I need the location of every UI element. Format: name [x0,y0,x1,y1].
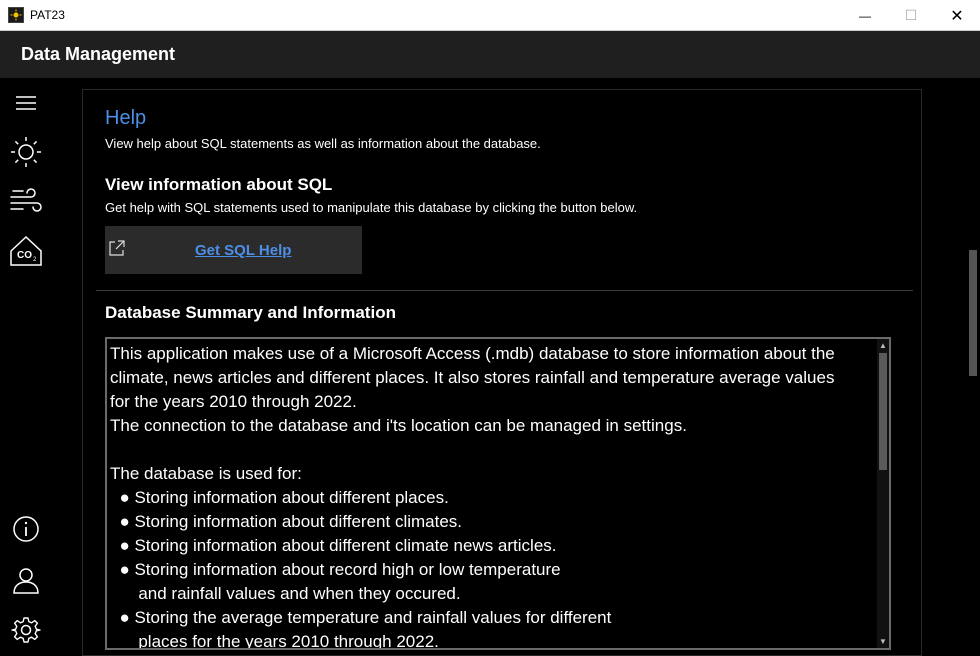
page-title: Data Management [21,44,176,64]
database-heading: Database Summary and Information [105,303,396,322]
textbox-scroll-thumb[interactable] [879,353,887,470]
page-scroll-thumb[interactable] [969,250,977,376]
database-summary-textbox[interactable]: This application makes use of a Microsof… [105,337,891,650]
menu-toggle-button[interactable] [6,83,46,123]
help-title: Help [105,107,147,129]
window-title: PAT23 [30,8,65,22]
sql-description: Get help with SQL statements used to man… [105,200,638,215]
window-titlebar: PAT23 — ☐ ✕ [0,0,980,31]
database-summary-text: This application makes use of a Microsof… [110,344,835,650]
close-icon: ✕ [950,7,964,25]
svg-text:CO: CO [17,250,32,261]
maximize-button[interactable]: ☐ [888,0,934,31]
nav-account-button[interactable] [6,560,46,600]
sun-icon [11,137,41,167]
get-sql-help-label: Get SQL Help [195,242,292,259]
app-header: Data Management [0,31,980,78]
get-sql-help-button[interactable]: Get SQL Help [105,226,362,274]
section-divider [96,290,913,291]
info-icon [13,516,39,542]
nav-info-button[interactable] [6,509,46,549]
co2-icon: CO 2 [10,235,42,266]
gear-icon [11,617,41,643]
close-window-button[interactable]: ✕ [934,0,980,31]
scroll-down-arrow-icon[interactable]: ▼ [879,637,887,646]
nav-settings-button[interactable] [6,610,46,650]
open-external-icon [109,240,125,256]
help-description: View help about SQL statements as well a… [105,136,541,151]
menu-icon [16,96,36,110]
nav-co2-button[interactable]: CO 2 [6,231,46,271]
sql-heading: View information about SQL [105,175,333,194]
navigation-rail: CO 2 [0,78,52,656]
app-logo-icon [8,7,24,23]
user-icon [13,568,39,594]
scroll-up-arrow-icon[interactable]: ▲ [879,341,887,350]
wind-icon [10,188,42,212]
minimize-icon: — [859,8,871,23]
nav-weather-button[interactable] [6,182,46,222]
nav-climate-button[interactable] [6,132,46,172]
maximize-icon: ☐ [904,7,918,23]
textbox-scrollbar[interactable]: ▲ ▼ [877,339,889,648]
minimize-button[interactable]: — [842,0,888,31]
svg-text:2: 2 [33,257,37,263]
